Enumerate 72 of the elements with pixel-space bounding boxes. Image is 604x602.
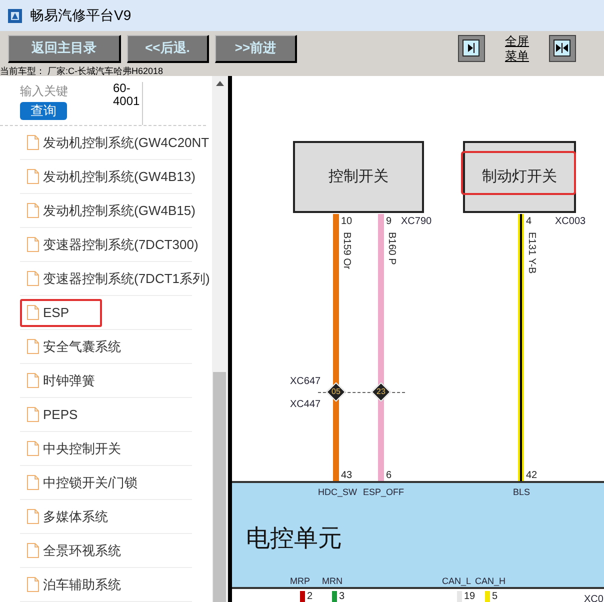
sidebar-item[interactable]: 发动机控制系统(GW4B15) — [20, 196, 198, 224]
sidebar-item[interactable]: 发动机控制系统(GW4C20NT — [20, 128, 212, 156]
signal-label: HDC_SW — [318, 486, 358, 499]
vehicle-info: 当前车型： 厂家:C-长城汽车哈弗H62018 — [0, 66, 164, 76]
window-title: 畅易汽修平台V9 — [30, 6, 132, 25]
expand-panel-icon[interactable] — [549, 35, 576, 62]
pin-number: 42 — [526, 469, 538, 483]
document-icon — [27, 509, 39, 524]
connector-label: XC003 — [555, 215, 586, 229]
sidebar-item[interactable]: 中控锁开关/门锁 — [20, 468, 140, 496]
pin-number: 9 — [386, 215, 392, 229]
document-icon — [27, 543, 39, 558]
component-label: 制动灯开关 — [482, 166, 557, 187]
nav-button[interactable]: >>前进 — [215, 34, 297, 62]
pin-number: 19 — [464, 590, 476, 602]
signal-label: MRP — [290, 575, 310, 588]
sidebar-item[interactable]: PEPS — [20, 400, 80, 428]
sidebar-item[interactable]: 泊车辅助系统 — [20, 570, 123, 598]
document-icon — [27, 305, 39, 320]
sidebar-item[interactable]: 安全气囊系统 — [20, 332, 123, 360]
document-icon — [27, 407, 39, 422]
document-icon — [27, 169, 39, 184]
sidebar-item[interactable]: ESP — [20, 298, 102, 326]
document-icon — [27, 373, 39, 388]
sidebar-item[interactable]: 变速器控制系统(7DCT1系列) — [20, 264, 212, 292]
nav-button[interactable]: 返回主目录 — [8, 34, 121, 62]
fullscreen-menu-link[interactable]: 全屏 菜单 — [505, 34, 529, 64]
search-value: 60-4001 — [113, 82, 143, 125]
scrollbar[interactable] — [212, 76, 228, 602]
scroll-up-icon[interactable] — [216, 81, 224, 86]
connector-label: XC447 — [290, 398, 321, 412]
nav-button[interactable]: <<后退. — [127, 34, 209, 62]
sidebar-item[interactable]: 多媒体系统 — [20, 502, 110, 530]
sidebar-item[interactable]: 时钟弹簧 — [20, 366, 97, 394]
document-icon — [27, 441, 39, 456]
connector-label: XC647 — [290, 375, 321, 389]
signal-label: ESP_OFF — [363, 486, 404, 499]
sidebar-item[interactable]: 中央控制开关 — [20, 434, 123, 462]
wire-code: B159 Or — [341, 232, 351, 270]
document-icon — [27, 475, 39, 490]
signal-label: CAN_H — [475, 575, 506, 588]
query-button[interactable]: 查询 — [20, 102, 67, 120]
wire-code: B160 P — [386, 232, 396, 265]
wire-code: E131 Y-B — [526, 232, 536, 274]
connector-label: XC0 — [584, 593, 604, 602]
module-label: 电控单元 — [246, 524, 342, 554]
pin-number: 3 — [339, 590, 345, 602]
signal-label: CAN_L — [442, 575, 472, 588]
connector-label: XC790 — [401, 215, 432, 229]
document-icon — [27, 237, 39, 252]
app-icon — [8, 8, 22, 22]
pin-number: 2 — [307, 590, 313, 602]
sidebar-item[interactable]: 发动机控制系统(GW4B13) — [20, 162, 198, 190]
document-icon — [27, 271, 39, 286]
pin-number: 43 — [341, 469, 352, 483]
sidebar-item[interactable]: 全景环视系统 — [20, 536, 123, 564]
splice-marker: 23 — [371, 382, 391, 402]
document-icon — [27, 203, 39, 218]
document-icon — [27, 577, 39, 592]
pin-number: 10 — [341, 215, 352, 229]
scroll-thumb[interactable] — [213, 372, 226, 602]
component-label: 控制开关 — [328, 166, 388, 187]
pin-number: 6 — [386, 469, 392, 483]
document-icon — [27, 339, 39, 354]
document-icon — [27, 135, 39, 150]
collapse-panel-icon[interactable] — [458, 35, 485, 62]
pin-number: 5 — [492, 590, 498, 602]
splice-marker: 05 — [326, 382, 346, 402]
sidebar-item[interactable]: 变速器控制系统(7DCT300) — [20, 230, 200, 258]
signal-label: MRN — [322, 575, 342, 588]
pin-number: 4 — [526, 215, 532, 229]
signal-label: BLS — [513, 486, 530, 499]
